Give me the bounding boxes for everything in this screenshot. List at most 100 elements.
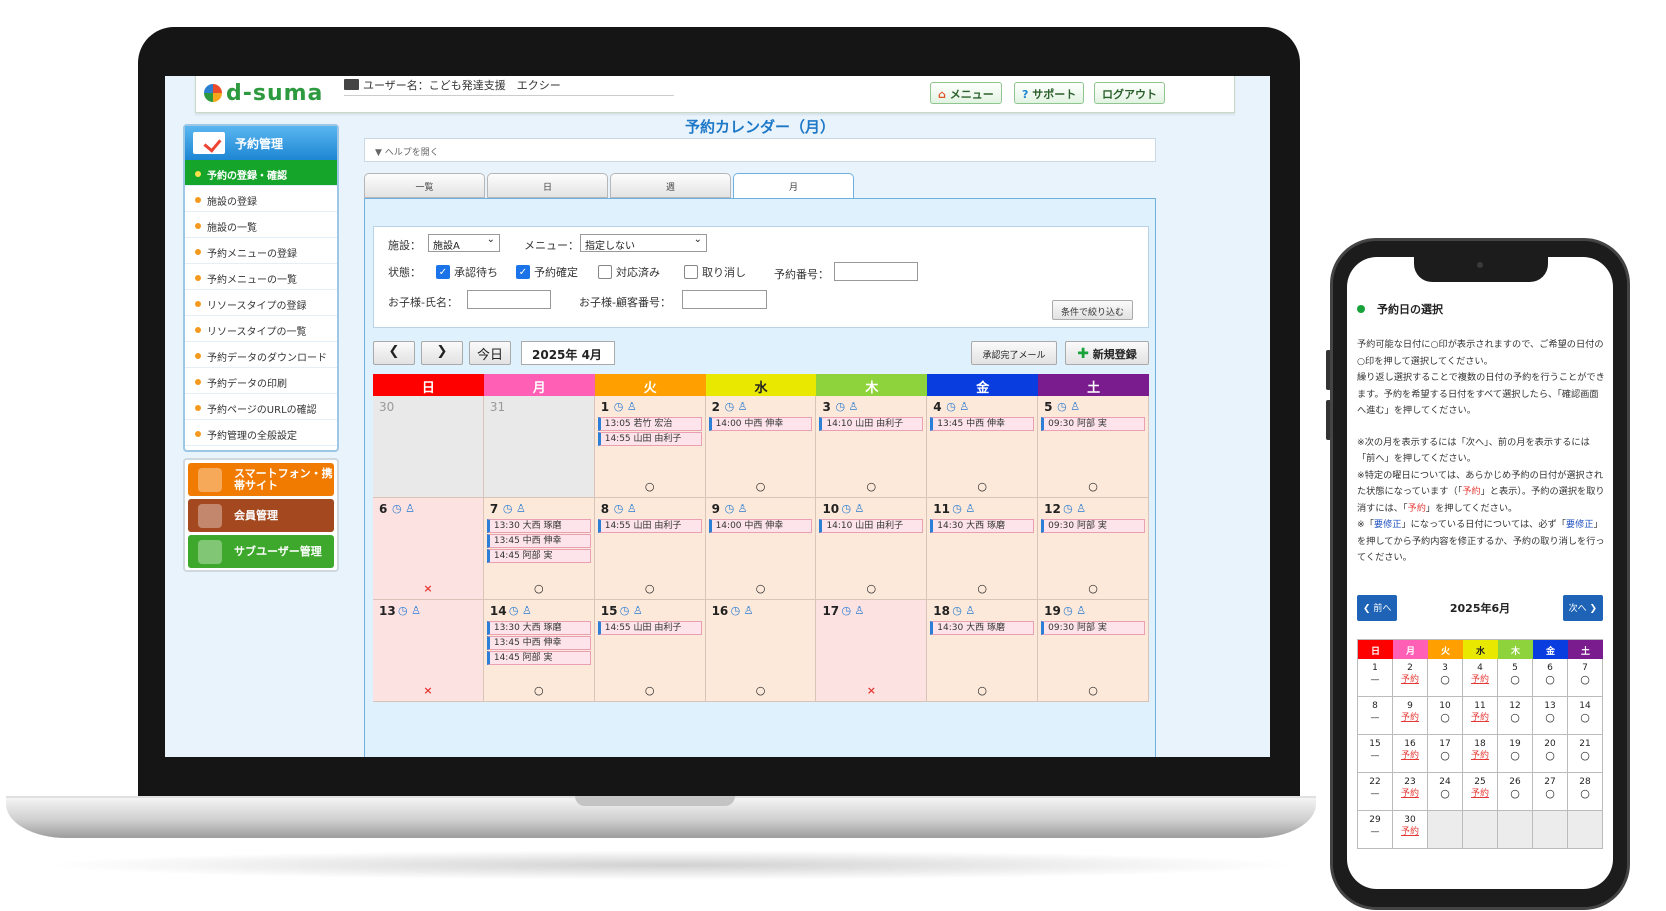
user-icon[interactable]: ♙ [851, 604, 865, 617]
sidebar-item[interactable]: 予約データのダウンロード [185, 342, 337, 368]
phone-day-mark[interactable]: ○ [1428, 788, 1462, 800]
phone-calendar-day[interactable]: 25 予約 [1463, 773, 1498, 811]
phone-calendar-day[interactable]: 8— [1358, 697, 1393, 735]
user-icon[interactable]: ♙ [402, 502, 415, 515]
phone-calendar-day[interactable]: 26 ○ [1498, 773, 1533, 811]
phone-day-mark[interactable]: ○ [1568, 750, 1602, 762]
calendar-day[interactable]: 3 ◷ ♙ 14:10 山田 由利子 ○ [816, 396, 928, 498]
available-mark[interactable]: ○ [977, 684, 987, 697]
available-mark[interactable]: ○ [756, 480, 766, 493]
phone-calendar-day[interactable]: 14 ○ [1568, 697, 1603, 735]
user-icon[interactable]: ♙ [1073, 604, 1086, 617]
user-icon[interactable]: ♙ [518, 604, 532, 617]
tab-1[interactable]: 日 [487, 173, 608, 198]
available-mark[interactable]: ○ [1088, 684, 1098, 697]
clock-icon[interactable]: ◷ [841, 502, 851, 515]
calendar-day[interactable]: 8 ◷ ♙ 14:55 山田 由利子 ○ [594, 498, 706, 600]
phone-calendar-day[interactable]: 15 — [1358, 735, 1393, 773]
phone-day-mark[interactable]: ○ [1533, 712, 1567, 724]
booking-event[interactable]: 13:30 大西 琢磨 [486, 519, 591, 533]
phone-day-mark[interactable]: ○ [1568, 788, 1602, 800]
user-icon[interactable]: ♙ [962, 502, 975, 515]
phone-calendar-day[interactable]: 18 予約 [1463, 735, 1498, 773]
booking-event[interactable]: 09:30 阿部 実 [1041, 417, 1146, 431]
sidebar-item[interactable]: 予約データの印刷 [185, 368, 337, 394]
phone-booked-link[interactable]: 予約 [1393, 674, 1427, 686]
booking-event[interactable]: 14:00 中西 伸幸 [708, 519, 813, 533]
calendar-day[interactable]: 31 [483, 396, 595, 498]
user-icon[interactable]: ♙ [408, 604, 421, 617]
tab-2[interactable]: 週 [610, 173, 731, 198]
approval-mail-button[interactable]: 承認完了メール [971, 341, 1057, 365]
user-icon[interactable]: ♙ [851, 502, 865, 515]
calendar-day[interactable]: 18 ◷ ♙ 14:30 大西 琢磨 ○ [927, 600, 1039, 702]
booking-event[interactable]: 14:30 大西 琢磨 [930, 621, 1035, 635]
phone-calendar-day[interactable]: 20 ○ [1533, 735, 1568, 773]
available-mark[interactable]: ○ [867, 480, 877, 493]
booking-event[interactable]: 14:10 山田 由利子 [819, 417, 924, 431]
status-checkbox[interactable]: ✓ 承認待ち [436, 264, 498, 280]
booking-event[interactable]: 14:30 大西 琢磨 [930, 519, 1035, 533]
phone-booked-link[interactable]: 予約 [1393, 750, 1427, 762]
user-icon[interactable]: ♙ [629, 604, 643, 617]
calendar-day[interactable]: 7 ◷ ♙ 13:30 大西 琢磨 13:45 中西 伸幸 14:45 阿部 実 ○ [483, 498, 595, 600]
phone-calendar-day[interactable]: 12 ○ [1498, 697, 1533, 735]
phone-calendar-day[interactable]: 6 ○ [1533, 659, 1568, 697]
clock-icon[interactable]: ◷ [841, 604, 851, 617]
sidebar-item[interactable]: リソースタイプの登録 [185, 290, 337, 316]
phone-booked-link[interactable]: 予約 [1463, 750, 1497, 762]
tab-0[interactable]: 一覧 [364, 173, 485, 198]
clock-icon[interactable]: ◷ [614, 502, 624, 515]
clock-icon[interactable]: ◷ [392, 502, 402, 515]
clock-icon[interactable]: ◷ [952, 604, 962, 617]
phone-calendar-day[interactable]: 28 ○ [1568, 773, 1603, 811]
calendar-day[interactable]: 9 ◷ ♙ 14:00 中西 伸幸 ○ [705, 498, 817, 600]
available-mark[interactable]: ○ [867, 582, 877, 595]
booking-event[interactable]: 14:55 山田 由利子 [597, 519, 702, 533]
booking-event[interactable]: 13:45 中西 伸幸 [486, 534, 591, 548]
phone-booked-link[interactable]: 予約 [1463, 712, 1497, 724]
user-icon[interactable]: ♙ [740, 604, 754, 617]
phone-booked-link[interactable]: 予約 [1393, 712, 1427, 724]
calendar-day[interactable]: 2 ◷ ♙ 14:00 中西 伸幸 ○ [705, 396, 817, 498]
phone-calendar-day[interactable]: 5 ○ [1498, 659, 1533, 697]
booking-event[interactable]: 14:45 阿部 実 [486, 651, 591, 665]
available-mark[interactable]: ○ [534, 684, 544, 697]
calendar-day[interactable]: 16 ◷ ♙ ○ [705, 600, 817, 702]
sidebar-item[interactable]: 予約メニューの登録 [185, 238, 337, 264]
phone-calendar-day[interactable]: 24 ○ [1428, 773, 1463, 811]
phone-calendar-day[interactable]: 22 — [1358, 773, 1393, 811]
phone-calendar-day[interactable]: 2 予約 [1393, 659, 1428, 697]
sidebar-item[interactable]: 施設の一覧 [185, 212, 337, 238]
calendar-day[interactable]: 17 ◷ ♙ × [816, 600, 928, 702]
calendar-day[interactable]: 14 ◷ ♙ 13:30 大西 琢磨 13:45 中西 伸幸 14:45 阿部 実 ○ [483, 600, 595, 702]
clock-icon[interactable]: ◷ [725, 502, 735, 515]
sidebar-title[interactable]: 予約管理 [185, 126, 337, 160]
phone-day-mark[interactable]: ○ [1533, 788, 1567, 800]
clock-icon[interactable]: ◷ [952, 502, 962, 515]
calendar-day[interactable]: 13 ◷ ♙ × [373, 600, 484, 702]
booking-event[interactable]: 09:30 阿部 実 [1041, 621, 1146, 635]
child-name-input[interactable] [467, 290, 551, 309]
calendar-day[interactable]: 15 ◷ ♙ 14:55 山田 由利子 ○ [594, 600, 706, 702]
booking-event[interactable]: 13:45 中西 伸幸 [930, 417, 1035, 431]
calendar-day[interactable]: 1 ◷ ♙ 13:05 若竹 宏治 14:55 山田 由利子 ○ [594, 396, 706, 498]
logout-button[interactable]: ログアウト [1094, 82, 1165, 104]
booking-event[interactable]: 09:30 阿部 実 [1041, 519, 1146, 533]
phone-calendar-day[interactable]: 19 ○ [1498, 735, 1533, 773]
menu-button[interactable]: ⌂ メニュー [930, 82, 1002, 104]
available-mark[interactable]: ○ [645, 582, 655, 595]
sidebar-item[interactable]: 予約ページのURLの確認 [185, 394, 337, 420]
calendar-day[interactable]: 6 ◷ ♙ × [373, 498, 484, 600]
phone-booked-link[interactable]: 予約 [1463, 674, 1497, 686]
available-mark[interactable]: ○ [1088, 480, 1098, 493]
prev-month-button[interactable]: ❮ [373, 341, 415, 365]
sidebar-button[interactable]: 会員管理 [188, 499, 334, 532]
today-button[interactable]: 今日 [469, 341, 511, 365]
user-icon[interactable]: ♙ [1073, 502, 1086, 515]
clock-icon[interactable]: ◷ [1063, 604, 1073, 617]
phone-booked-link[interactable]: 予約 [1393, 826, 1427, 838]
calendar-day[interactable]: 4 ◷ ♙ 13:45 中西 伸幸 ○ [927, 396, 1039, 498]
user-icon[interactable]: ♙ [962, 604, 975, 617]
phone-calendar-day[interactable]: 27 ○ [1533, 773, 1568, 811]
